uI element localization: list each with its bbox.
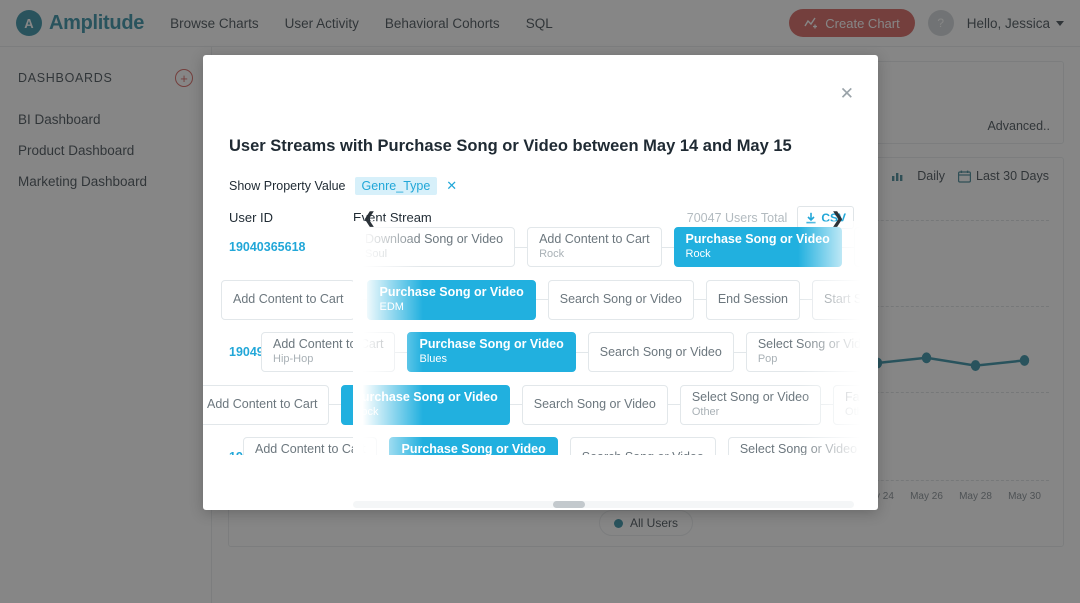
stream-row: 19054887986Add Content to CartPurchase S… xyxy=(203,379,878,432)
stream-card-track: Download Song or Video Soul Add Content to… xyxy=(353,227,878,268)
stream-card[interactable]: Download Song or Video Soul xyxy=(353,227,516,268)
stream-card-track: Add Content to Cart Hip-Hop Purchase Song … xyxy=(261,332,878,373)
stream-card-event-name: Purchase Song or Video xyxy=(401,442,546,455)
stream-card-event-name: Add Content to Cart xyxy=(539,232,650,247)
stream-card[interactable]: Search Song or Video xyxy=(853,227,878,268)
stream-card-highlighted[interactable]: Purchase Song or VideoRock xyxy=(341,384,510,425)
stream-card-event-name: Select Song or Video xyxy=(691,389,810,404)
horizontal-scrollbar-thumb[interactable] xyxy=(553,501,586,508)
stream-connector xyxy=(733,351,746,353)
stream-connector xyxy=(841,246,854,248)
stream-card-event-name: Add Content to Cart xyxy=(207,397,318,412)
property-chip-genre-type[interactable]: Genre_Type xyxy=(354,177,438,195)
stream-card-track: Add Content to CartOther Purchase Song or… xyxy=(243,437,878,455)
stream-card-event-name: Start Session xyxy=(824,292,878,307)
stream-card-event-name: End Session xyxy=(717,292,789,307)
stream-card[interactable]: Add Content to CartOther xyxy=(243,437,378,455)
stream-card-event-name: Purchase Song or Video xyxy=(685,232,830,247)
stream-card-genre-value: Rock xyxy=(685,248,711,261)
stream-card-genre-value: Rock xyxy=(539,248,565,261)
stream-card[interactable]: Select Song or Video Pop xyxy=(745,332,878,373)
stream-connector xyxy=(515,246,528,248)
chevron-left-icon[interactable]: ❮ xyxy=(363,211,376,226)
stream-connector xyxy=(693,299,706,301)
stream-card-event-name: Favorite Song or Video xyxy=(845,389,878,404)
stream-connector xyxy=(509,404,522,406)
stream-card-event-name: Add Content to Cart xyxy=(233,292,344,307)
stream-connector xyxy=(800,299,813,301)
stream-card-genre-value: Pop xyxy=(757,353,778,366)
stream-card-event-name: Search Song or Video xyxy=(582,450,704,455)
user-streams-modal: ✕ User Streams with Purchase Song or Vid… xyxy=(203,55,878,510)
stream-card[interactable]: Add Content to Cart Hip-Hop xyxy=(261,332,396,373)
stream-connector xyxy=(575,351,588,353)
stream-card-event-name: Download Song or Video xyxy=(365,232,504,247)
stream-card-genre-value: Blues xyxy=(419,353,448,366)
stream-card[interactable]: Search Song or Video xyxy=(569,437,716,455)
stream-connector xyxy=(355,299,368,301)
stream-card-event-name: Select Song or Video xyxy=(757,337,876,352)
stream-card-genre-value: Other xyxy=(845,405,873,418)
stream-card-genre-value: Other xyxy=(691,405,720,418)
stream-card-event-name: Purchase Song or Video xyxy=(353,389,498,404)
stream-card[interactable]: Add Content to Cart xyxy=(203,384,330,425)
stream-card-genre-value: Rock xyxy=(353,405,379,418)
stream-card-event-name: Search Song or Video xyxy=(865,239,878,254)
stream-card[interactable]: Start Session xyxy=(812,279,878,320)
stream-rows-host: 19040365618 Download Song or Video Soul Add… xyxy=(203,221,878,455)
stream-card[interactable]: End Session xyxy=(705,279,801,320)
stream-connector xyxy=(821,404,834,406)
chevron-right-icon[interactable]: ❯ xyxy=(831,211,844,226)
stream-card-event-name: Add Content to Cart xyxy=(255,442,366,455)
horizontal-scrollbar[interactable] xyxy=(353,501,854,508)
user-id-link[interactable]: 19040365618 xyxy=(229,240,349,254)
stream-card-event-name: Search Song or Video xyxy=(559,292,682,307)
stream-card[interactable]: Add Content to Cart xyxy=(221,279,356,320)
stream-row: 19055620146Add Content to CartOtherPurch… xyxy=(203,431,878,455)
remove-chip-icon[interactable]: ✕ xyxy=(446,178,457,194)
stream-row: 19049743410Add Content to CartHip-HopPur… xyxy=(203,326,878,379)
stream-card-highlighted[interactable]: Purchase Song or VideoRock xyxy=(389,437,558,455)
stream-card-genre-value: Hip-Hop xyxy=(273,353,314,366)
stream-card-event-name: Search Song or Video xyxy=(599,344,722,359)
event-stream-list: 19040365618 Download Song or Video Soul Add… xyxy=(203,221,878,455)
stream-card-track: Add Content to Cart Purchase Song or Vide… xyxy=(203,384,878,425)
stream-card-genre-value: EDM xyxy=(379,300,404,313)
stream-card[interactable]: Select Song or VideoSoul xyxy=(727,437,870,455)
stream-card-event-name: Purchase Song or Video xyxy=(379,284,524,299)
stream-card-event-name: Select Song or Video xyxy=(739,442,858,455)
modal-title: User Streams with Purchase Song or Video… xyxy=(229,137,792,155)
stream-connector xyxy=(667,404,680,406)
stream-row: 19040365618 Download Song or Video Soul Add… xyxy=(203,221,878,274)
stream-card-highlighted[interactable]: Purchase Song or Video EDM xyxy=(367,279,536,320)
stream-card[interactable]: Add Content to Cart Rock xyxy=(527,227,662,268)
show-property-value-row: Show Property Value Genre_Type ✕ xyxy=(229,177,457,195)
stream-card-highlighted[interactable]: Purchase Song or VideoRock xyxy=(673,227,842,268)
stream-card-highlighted[interactable]: Purchase Song or Video Blues xyxy=(407,332,576,373)
stream-card[interactable]: Favorite Song or VideoOther xyxy=(833,384,878,425)
show-property-value-label: Show Property Value xyxy=(229,179,346,193)
stream-connector xyxy=(395,351,408,353)
stream-card[interactable]: Search Song or Video xyxy=(587,332,734,373)
stream-card-event-name: Purchase Song or Video xyxy=(419,337,564,352)
stream-card-event-name: Add Content to Cart xyxy=(273,337,384,352)
stream-connector xyxy=(535,299,548,301)
stream-card[interactable]: Search Song or Video xyxy=(547,279,694,320)
stream-connector xyxy=(329,404,342,406)
stream-card[interactable]: Select Song or Video Other xyxy=(679,384,822,425)
stream-card-genre-value: Soul xyxy=(365,248,388,261)
stream-card-track: Add Content to Cart Purchase Song or Vide… xyxy=(221,279,878,320)
stream-connector xyxy=(661,246,674,248)
stream-row: 19046249522Add Content to CartPurchase S… xyxy=(203,274,878,327)
close-icon[interactable]: ✕ xyxy=(840,85,854,102)
stream-card[interactable]: Search Song or Video xyxy=(521,384,668,425)
stream-card-event-name: Search Song or Video xyxy=(533,397,656,412)
